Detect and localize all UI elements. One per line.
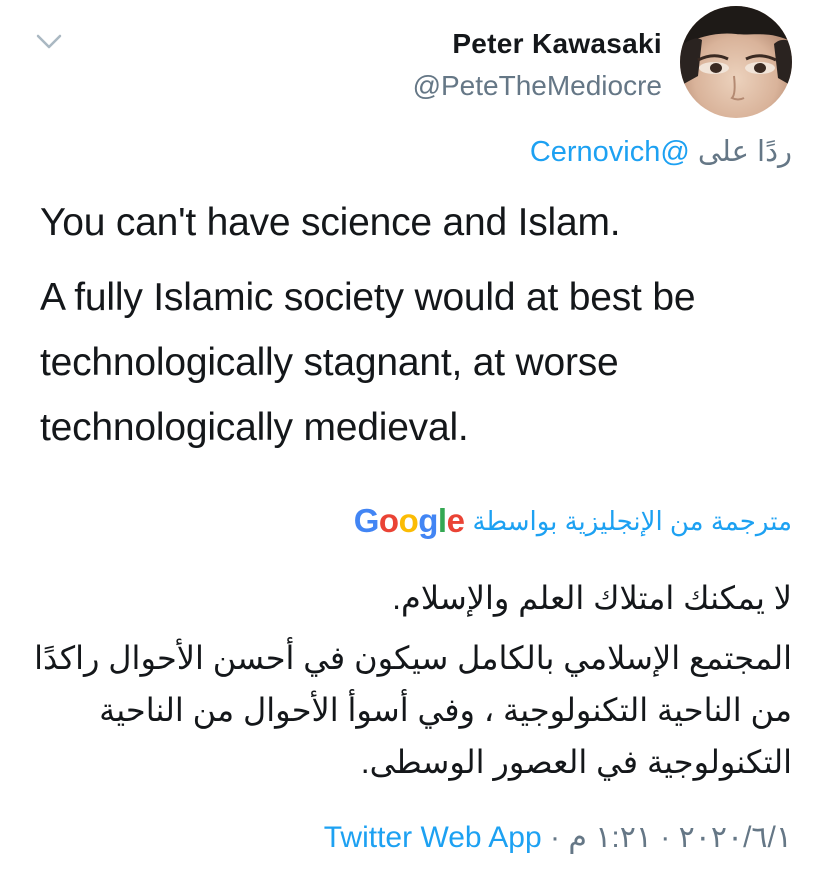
tweet-source[interactable]: Twitter Web App — [324, 821, 542, 854]
author-name[interactable]: Peter Kawasaki — [413, 26, 662, 62]
reply-context: ردًا على @Cernovich — [530, 132, 792, 172]
reply-mention[interactable]: @Cernovich — [530, 136, 690, 168]
reply-prefix: ردًا على — [697, 136, 792, 168]
translated-text: لا يمكنك امتلاك العلم والإسلام. المجتمع … — [32, 572, 792, 788]
translated-by-label: مترجمة من الإنجليزية بواسطة — [472, 506, 792, 536]
translation-attribution[interactable]: مترجمة من الإنجليزية بواسطة Google — [354, 504, 792, 538]
author-block[interactable]: Peter Kawasaki @PeteTheMediocre — [413, 26, 662, 104]
meta-separator: · — [660, 821, 671, 854]
translated-paragraph: لا يمكنك امتلاك العلم والإسلام. — [392, 580, 792, 616]
tweet-date: ٢٠٢٠/٦/١ — [678, 821, 792, 854]
tweet-time: ١:٢١ م — [568, 821, 652, 854]
author-handle[interactable]: @PeteTheMediocre — [413, 68, 662, 104]
chevron-down-icon[interactable] — [34, 30, 64, 54]
translated-paragraph: المجتمع الإسلامي بالكامل سيكون في أحسن ا… — [34, 640, 792, 780]
tweet-paragraph: You can't have science and Islam. — [40, 201, 621, 244]
meta-separator: · — [550, 821, 560, 854]
avatar-image — [680, 6, 792, 101]
avatar[interactable] — [680, 6, 792, 118]
tweet-paragraph: A fully Islamic society would at best be… — [40, 276, 696, 449]
tweet-text: You can't have science and Islam. A full… — [40, 190, 800, 460]
google-logo: Google — [353, 502, 465, 539]
tweet-meta: ٢٠٢٠/٦/١ · ١:٢١ م · Twitter Web App — [324, 816, 792, 860]
